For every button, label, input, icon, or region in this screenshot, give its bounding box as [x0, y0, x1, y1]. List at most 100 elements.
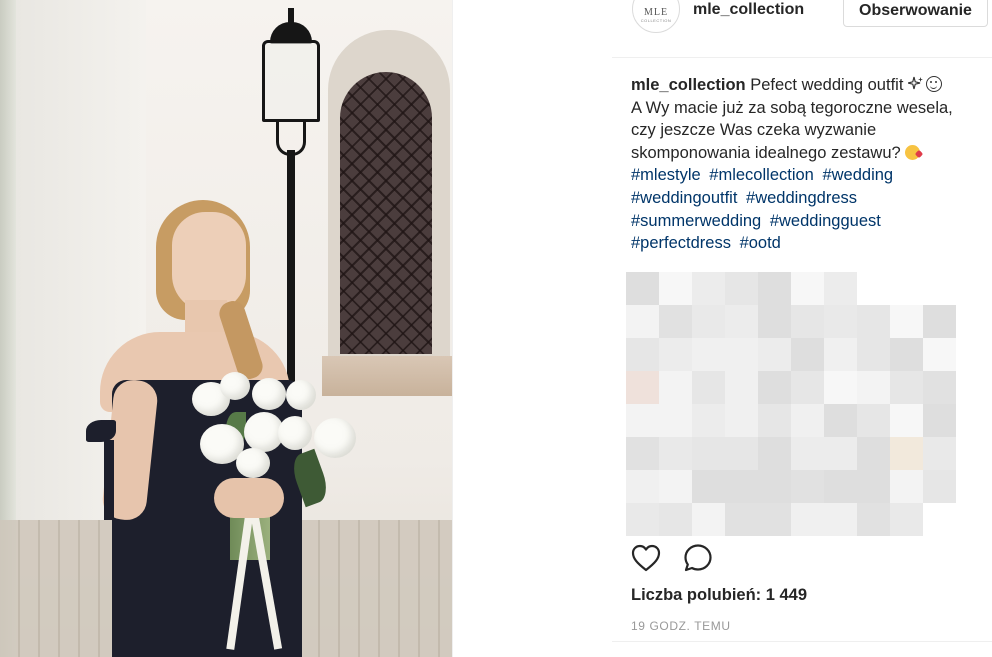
smile-emoji	[926, 76, 942, 92]
blur-cell	[791, 371, 824, 404]
blur-cell	[725, 371, 758, 404]
blur-cell	[923, 503, 956, 536]
hashtag-link[interactable]: #weddingdress	[746, 189, 857, 207]
blur-cell	[824, 338, 857, 371]
blur-cell	[758, 470, 791, 503]
blur-cell	[857, 503, 890, 536]
blur-cell	[626, 404, 659, 437]
blur-cell	[692, 272, 725, 305]
sparkles-emoji	[907, 76, 924, 92]
blur-cell	[626, 305, 659, 338]
hashtag-link[interactable]: #ootd	[740, 234, 781, 252]
blur-cell	[758, 503, 791, 536]
blur-cell	[890, 470, 923, 503]
hashtag-link[interactable]: #mlestyle	[631, 166, 701, 184]
post-timestamp[interactable]: 19 GODZ. TEMU	[631, 619, 731, 633]
caption-line1: Pefect wedding outfit	[750, 76, 904, 94]
blur-cell	[692, 437, 725, 470]
blur-cell	[923, 371, 956, 404]
blur-cell	[923, 437, 956, 470]
blur-cell	[923, 470, 956, 503]
hashtag-link[interactable]: #weddingguest	[770, 212, 881, 230]
blur-cell	[692, 503, 725, 536]
blur-cell	[857, 404, 890, 437]
blur-cell	[791, 470, 824, 503]
blur-cell	[890, 371, 923, 404]
blur-cell	[758, 272, 791, 305]
blur-cell	[923, 305, 956, 338]
blur-cell	[626, 338, 659, 371]
blur-cell	[692, 371, 725, 404]
blur-cell	[824, 503, 857, 536]
hashtag-link[interactable]: #perfectdress	[631, 234, 731, 252]
comment-button[interactable]	[682, 543, 714, 578]
action-bar	[630, 543, 714, 578]
post-photo[interactable]	[0, 0, 452, 657]
blur-cell	[692, 338, 725, 371]
blur-cell	[857, 470, 890, 503]
blur-cell	[725, 305, 758, 338]
blur-cell	[758, 338, 791, 371]
photo-lamp-head	[262, 40, 320, 122]
blur-cell	[824, 272, 857, 305]
blur-cell	[890, 503, 923, 536]
blur-cell	[890, 305, 923, 338]
blur-cell	[890, 404, 923, 437]
blur-cell	[791, 305, 824, 338]
blur-cell	[758, 437, 791, 470]
blur-cell	[659, 503, 692, 536]
hashtag-link[interactable]: #mlecollection	[709, 166, 814, 184]
blur-cell	[824, 404, 857, 437]
blur-cell	[725, 404, 758, 437]
blur-cell	[659, 338, 692, 371]
photo-bow	[86, 420, 116, 442]
blur-cell	[890, 437, 923, 470]
caption-hashtags: #mlestyle #mlecollection #wedding #weddi…	[631, 166, 897, 252]
avatar-logo-subtext: COLLECTION	[640, 18, 672, 23]
blur-cell	[659, 437, 692, 470]
following-button[interactable]: Obserwowanie	[843, 0, 988, 27]
blur-cell	[857, 338, 890, 371]
likes-count[interactable]: Liczba polubień: 1 449	[631, 586, 807, 605]
comment-icon	[683, 543, 713, 578]
hashtag-link[interactable]: #summerwedding	[631, 212, 761, 230]
blur-cell	[626, 272, 659, 305]
kiss-emoji	[905, 144, 921, 160]
blur-cell	[626, 371, 659, 404]
blur-cell	[692, 305, 725, 338]
hashtag-link[interactable]: #wedding	[822, 166, 893, 184]
blur-cell	[626, 503, 659, 536]
hashtag-link[interactable]: #weddingoutfit	[631, 189, 737, 207]
blur-cell	[923, 338, 956, 371]
blur-cell	[758, 404, 791, 437]
blurred-comments	[626, 272, 956, 536]
blur-cell	[791, 503, 824, 536]
blur-cell	[791, 272, 824, 305]
photo-face	[172, 212, 246, 312]
blur-cell	[791, 404, 824, 437]
blur-cell	[725, 272, 758, 305]
blur-cell	[857, 437, 890, 470]
blur-cell	[857, 305, 890, 338]
avatar-logo-text: MLE	[643, 7, 669, 18]
caption-username[interactable]: mle_collection	[631, 76, 746, 94]
blur-cell	[725, 338, 758, 371]
photo-bouquet	[186, 372, 362, 508]
blur-cell	[659, 470, 692, 503]
blur-cell	[725, 503, 758, 536]
panel-divider	[452, 0, 453, 657]
blur-cell	[758, 371, 791, 404]
blur-cell	[725, 437, 758, 470]
photo-ribbon	[104, 440, 114, 520]
header-username[interactable]: mle_collection	[693, 1, 804, 19]
bottom-divider	[612, 641, 992, 642]
post-caption: mle_collection Pefect wedding outfit A W…	[631, 74, 981, 255]
blur-cell	[659, 305, 692, 338]
blur-cell	[791, 437, 824, 470]
blur-cell	[659, 371, 692, 404]
like-button[interactable]	[630, 544, 662, 576]
photo-window-grill	[340, 72, 432, 354]
photo-ribbon-tails	[226, 510, 292, 650]
blur-cell	[692, 404, 725, 437]
blur-cell	[659, 404, 692, 437]
